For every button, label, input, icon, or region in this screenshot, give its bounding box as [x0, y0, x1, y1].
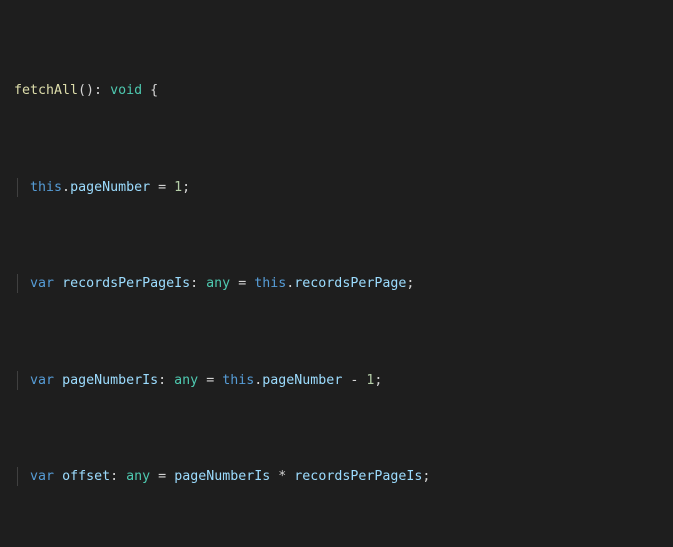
code-editor[interactable]: fetchAll(): void { this.pageNumber = 1; … — [0, 0, 673, 547]
code-content[interactable]: fetchAll(): void { this.pageNumber = 1; … — [0, 0, 673, 547]
code-line[interactable]: fetchAll(): void { — [0, 81, 673, 100]
code-line[interactable]: var recordsPerPageIs: any = this.records… — [0, 274, 673, 294]
code-line[interactable]: var pageNumberIs: any = this.pageNumber … — [0, 370, 673, 390]
code-line[interactable]: var offset: any = pageNumberIs * records… — [0, 467, 673, 487]
code-line[interactable]: this.pageNumber = 1; — [0, 177, 673, 197]
